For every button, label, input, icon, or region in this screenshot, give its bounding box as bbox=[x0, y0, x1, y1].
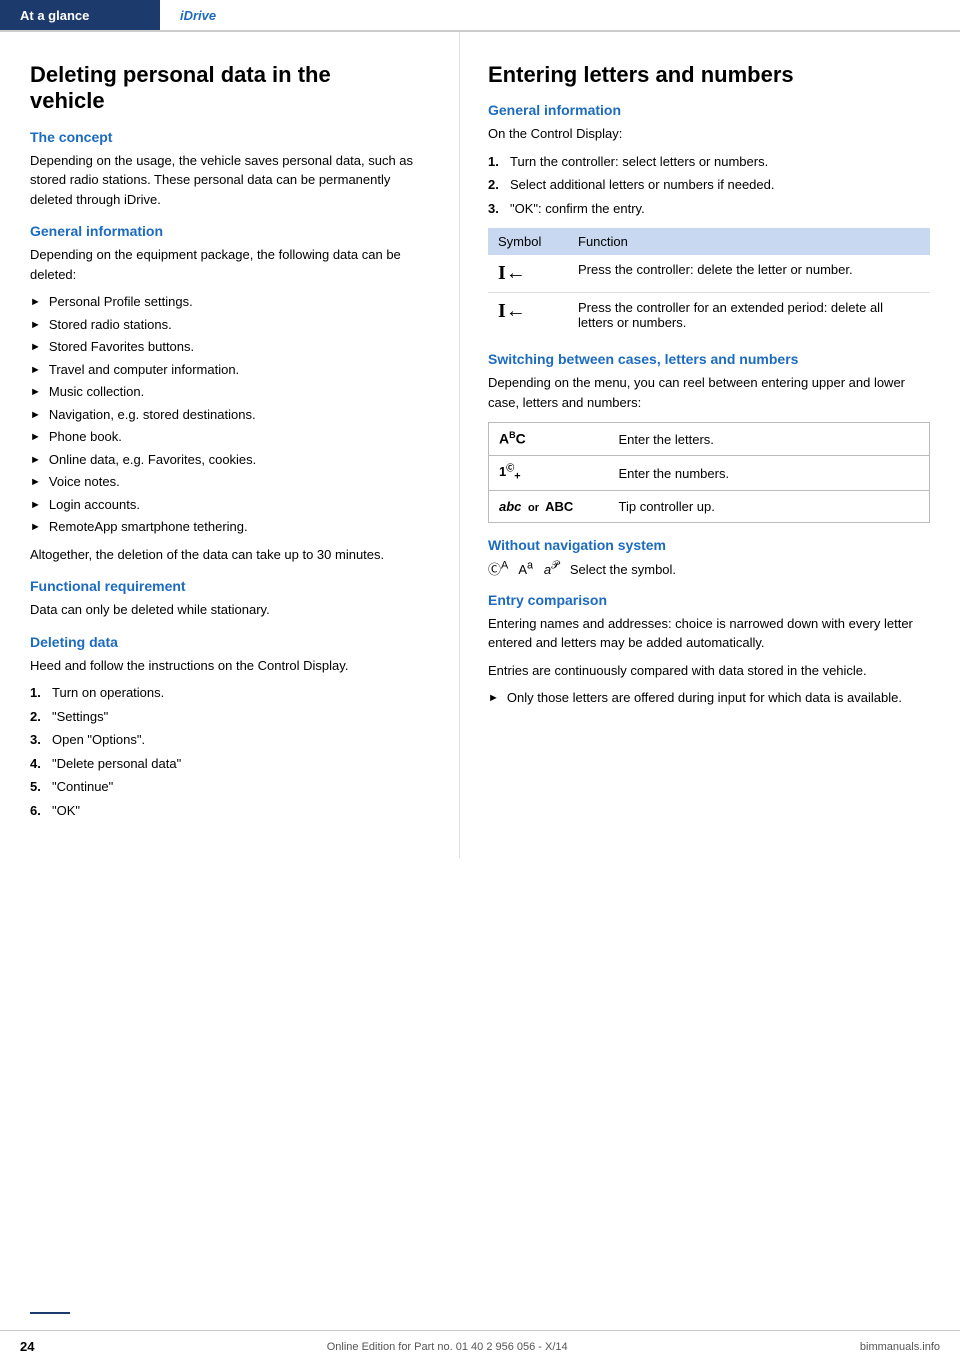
table-cell-function: Press the controller: delete the letter … bbox=[568, 255, 930, 293]
bullet-arrow: ► bbox=[30, 339, 41, 356]
list-item: 3."OK": confirm the entry. bbox=[488, 199, 930, 219]
main-content: Deleting personal data in the vehicle Th… bbox=[0, 32, 960, 858]
page-footer: 24 Online Edition for Part no. 01 40 2 9… bbox=[0, 1330, 960, 1362]
list-item: 4."Delete personal data" bbox=[30, 754, 431, 774]
right-section-title: Entering letters and numbers bbox=[488, 62, 930, 88]
left-column: Deleting personal data in the vehicle Th… bbox=[0, 32, 460, 858]
switching-table: ABC Enter the letters. 1Ⓒ+ Enter the num… bbox=[488, 422, 930, 523]
functional-req-title: Functional requirement bbox=[30, 578, 431, 594]
list-item: 1.Turn the controller: select letters or… bbox=[488, 152, 930, 172]
bullet-arrow: ► bbox=[30, 497, 41, 514]
header-chapter: At a glance bbox=[0, 0, 160, 30]
page-number: 24 bbox=[20, 1339, 34, 1354]
list-item: ►Login accounts. bbox=[30, 495, 431, 515]
table-cell-function: Press the controller for an extended per… bbox=[568, 293, 930, 338]
bullet-arrow: ► bbox=[30, 407, 41, 424]
list-item: 3.Open "Options". bbox=[30, 730, 431, 750]
table-header-symbol: Symbol bbox=[488, 228, 568, 255]
switching-title: Switching between cases, letters and num… bbox=[488, 351, 930, 367]
concept-body: Depending on the usage, the vehicle save… bbox=[30, 151, 431, 210]
list-item: ►Stored Favorites buttons. bbox=[30, 337, 431, 357]
list-item: 2."Settings" bbox=[30, 707, 431, 727]
abc-or-abc-symbol: abc or ABC bbox=[499, 499, 573, 514]
abc-symbol: ABC bbox=[499, 430, 526, 447]
table-cell-symbol: 1Ⓒ+ bbox=[489, 456, 609, 491]
functional-req-body: Data can only be deleted while stationar… bbox=[30, 600, 431, 620]
table-cell-function: Enter the letters. bbox=[609, 423, 930, 456]
without-nav-title: Without navigation system bbox=[488, 537, 930, 553]
table-cell-function: Enter the numbers. bbox=[609, 456, 930, 491]
right-general-info-intro: On the Control Display: bbox=[488, 124, 930, 144]
bullet-arrow: ► bbox=[30, 452, 41, 469]
bullet-arrow: ► bbox=[30, 474, 41, 491]
entry-comparison-para2: Entries are continuously compared with d… bbox=[488, 661, 930, 681]
list-item: ►Travel and computer information. bbox=[30, 360, 431, 380]
header-left-label: At a glance bbox=[20, 8, 89, 23]
list-item: 6."OK" bbox=[30, 801, 431, 821]
bullet-arrow: ► bbox=[30, 429, 41, 446]
number-symbol: 1Ⓒ+ bbox=[499, 464, 521, 479]
list-item: ►Voice notes. bbox=[30, 472, 431, 492]
right-general-info-title: General information bbox=[488, 102, 930, 118]
bullet-arrow: ► bbox=[30, 384, 41, 401]
bullet-arrow-icon: ► bbox=[488, 690, 499, 707]
table-cell-function: Tip controller up. bbox=[609, 490, 930, 522]
bullet-arrow: ► bbox=[30, 519, 41, 536]
table-row: 1Ⓒ+ Enter the numbers. bbox=[489, 456, 930, 491]
symbol-table-1: Symbol Function I← Press the controller:… bbox=[488, 228, 930, 337]
nav-symbols: ⒸA Aa a𝒫 bbox=[488, 562, 570, 577]
switching-body: Depending on the menu, you can reel betw… bbox=[488, 373, 930, 412]
footer-watermark: bimmanuals.info bbox=[860, 1341, 940, 1353]
general-info-intro: Depending on the equipment package, the … bbox=[30, 245, 431, 284]
table-header-function: Function bbox=[568, 228, 930, 255]
backspace-icon: I← bbox=[498, 262, 526, 284]
bullet-arrow: ► bbox=[30, 317, 41, 334]
table-cell-symbol: I← bbox=[488, 293, 568, 338]
table-row: ABC Enter the letters. bbox=[489, 423, 930, 456]
general-info-bullets: ►Personal Profile settings. ►Stored radi… bbox=[30, 292, 431, 537]
table-cell-symbol: I← bbox=[488, 255, 568, 293]
table-row: I← Press the controller for an extended … bbox=[488, 293, 930, 338]
general-info-outro: Altogether, the deletion of the data can… bbox=[30, 545, 431, 565]
table-cell-symbol: ABC bbox=[489, 423, 609, 456]
entry-comparison-bullet: ► Only those letters are offered during … bbox=[488, 688, 930, 708]
concept-title: The concept bbox=[30, 129, 431, 145]
deleting-data-title: Deleting data bbox=[30, 634, 431, 650]
entry-comparison-title: Entry comparison bbox=[488, 592, 930, 608]
header-section: iDrive bbox=[160, 8, 236, 23]
list-item: ►RemoteApp smartphone tethering. bbox=[30, 517, 431, 537]
list-item: ►Personal Profile settings. bbox=[30, 292, 431, 312]
list-item: 2.Select additional letters or numbers i… bbox=[488, 175, 930, 195]
deleting-data-intro: Heed and follow the instructions on the … bbox=[30, 656, 431, 676]
list-item: ►Navigation, e.g. stored destinations. bbox=[30, 405, 431, 425]
without-nav-body: ⒸA Aa a𝒫 Select the symbol. bbox=[488, 559, 930, 578]
title-line1: Deleting personal data in the bbox=[30, 62, 331, 87]
left-section-title: Deleting personal data in the vehicle bbox=[30, 62, 431, 115]
table-row: I← Press the controller: delete the lett… bbox=[488, 255, 930, 293]
list-item: ►Music collection. bbox=[30, 382, 431, 402]
table-row: abc or ABC Tip controller up. bbox=[489, 490, 930, 522]
deleting-data-steps: 1.Turn on operations. 2."Settings" 3.Ope… bbox=[30, 683, 431, 820]
table-cell-symbol: abc or ABC bbox=[489, 490, 609, 522]
list-item: ►Online data, e.g. Favorites, cookies. bbox=[30, 450, 431, 470]
page-header: At a glance iDrive bbox=[0, 0, 960, 32]
right-column: Entering letters and numbers General inf… bbox=[460, 32, 960, 858]
entry-comparison-para1: Entering names and addresses: choice is … bbox=[488, 614, 930, 653]
header-right-label: iDrive bbox=[180, 8, 216, 23]
list-item: 5."Continue" bbox=[30, 777, 431, 797]
list-item: ►Stored radio stations. bbox=[30, 315, 431, 335]
bullet-arrow: ► bbox=[30, 294, 41, 311]
general-info-title: General information bbox=[30, 223, 431, 239]
footer-copyright: Online Edition for Part no. 01 40 2 956 … bbox=[327, 1341, 568, 1353]
list-item: 1.Turn on operations. bbox=[30, 683, 431, 703]
title-line2: vehicle bbox=[30, 88, 105, 113]
bullet-arrow: ► bbox=[30, 362, 41, 379]
list-item: ►Phone book. bbox=[30, 427, 431, 447]
right-general-info-steps: 1.Turn the controller: select letters or… bbox=[488, 152, 930, 219]
backspace-long-icon: I← bbox=[498, 300, 526, 322]
